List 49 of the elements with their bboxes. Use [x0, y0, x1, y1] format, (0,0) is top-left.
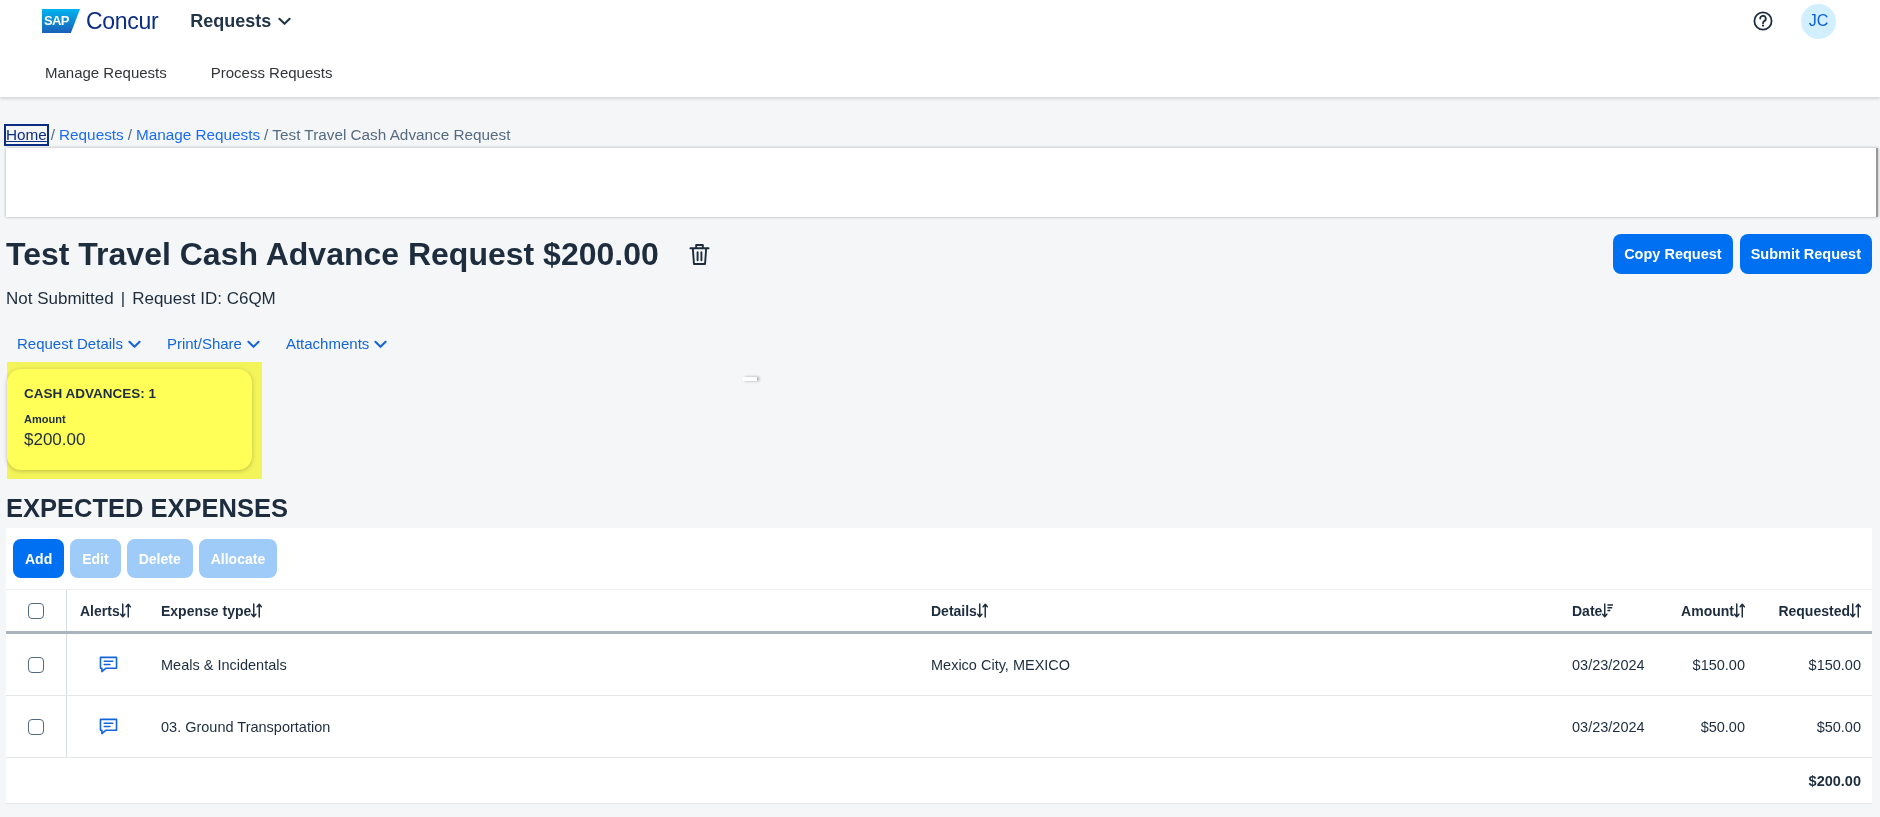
checkbox[interactable] — [28, 656, 44, 673]
request-id: Request ID: C6QM — [132, 289, 276, 309]
card-title: CASH ADVANCES: 1 — [24, 386, 157, 402]
nav-link[interactable]: Manage Requests — [45, 64, 167, 86]
logo[interactable]: SAP Concur — [42, 8, 159, 34]
table-cell: $150.00 — [1692, 656, 1745, 673]
status-divider: | — [120, 289, 126, 309]
table-cell: Meals & Incidentals — [161, 656, 287, 673]
field-label: Amount — [24, 413, 67, 426]
action-button[interactable]: Submit Request — [1739, 234, 1872, 274]
comment-icon[interactable] — [99, 718, 118, 735]
table-cell: $50.00 — [1700, 718, 1745, 735]
menu-tab[interactable]: Print/Share — [166, 335, 260, 353]
breadcrumb-link[interactable]: Home — [6, 126, 47, 144]
checkbox[interactable] — [28, 718, 44, 735]
breadcrumb-link[interactable]: Manage Requests — [135, 126, 261, 144]
column-header[interactable]: Date — [1572, 602, 1614, 619]
app-menu-button[interactable]: Requests — [190, 10, 292, 32]
checkbox[interactable] — [28, 602, 44, 619]
toolbar-button[interactable]: Add — [13, 539, 65, 578]
table-cell: 03/23/2024 — [1572, 656, 1645, 673]
column-header[interactable]: Amount — [1681, 602, 1745, 619]
avatar[interactable]: JC — [1801, 3, 1836, 39]
table-cell: 03/23/2024 — [1572, 718, 1645, 735]
table-cell: Mexico City, MEXICO — [931, 656, 1071, 673]
section-heading: EXPECTED EXPENSES — [6, 494, 289, 523]
column-header[interactable]: Alerts — [80, 602, 131, 619]
column-header[interactable]: Details — [931, 602, 988, 619]
menu-tab[interactable]: Attachments — [285, 335, 388, 353]
breadcrumb-current: Test Travel Cash Advance Request — [272, 126, 511, 144]
breadcrumb-link[interactable]: Requests — [59, 126, 124, 144]
table-cell: 03. Ground Transportation — [161, 718, 331, 735]
page-title: Test Travel Cash Advance Request $200.00 — [6, 235, 659, 273]
help-icon[interactable] — [1753, 11, 1773, 31]
total-amount: $200.00 — [1808, 772, 1861, 789]
breadcrumb-separator: / — [127, 126, 132, 144]
action-button[interactable]: Copy Request — [1613, 234, 1733, 274]
trash-icon[interactable] — [688, 242, 710, 266]
breadcrumb-separator: / — [264, 126, 269, 144]
column-header[interactable]: Requested — [1778, 602, 1861, 619]
field-value: $200.00 — [24, 430, 87, 450]
breadcrumb-separator: / — [50, 126, 56, 144]
request-status: Not Submitted — [6, 289, 114, 309]
menu-tab[interactable]: Request Details — [17, 335, 141, 353]
table-cell: $50.00 — [1816, 718, 1861, 735]
column-header[interactable]: Expense type — [161, 602, 263, 619]
nav-link[interactable]: Process Requests — [210, 64, 333, 86]
table-cell: $150.00 — [1808, 656, 1861, 673]
comment-icon[interactable] — [99, 656, 118, 673]
